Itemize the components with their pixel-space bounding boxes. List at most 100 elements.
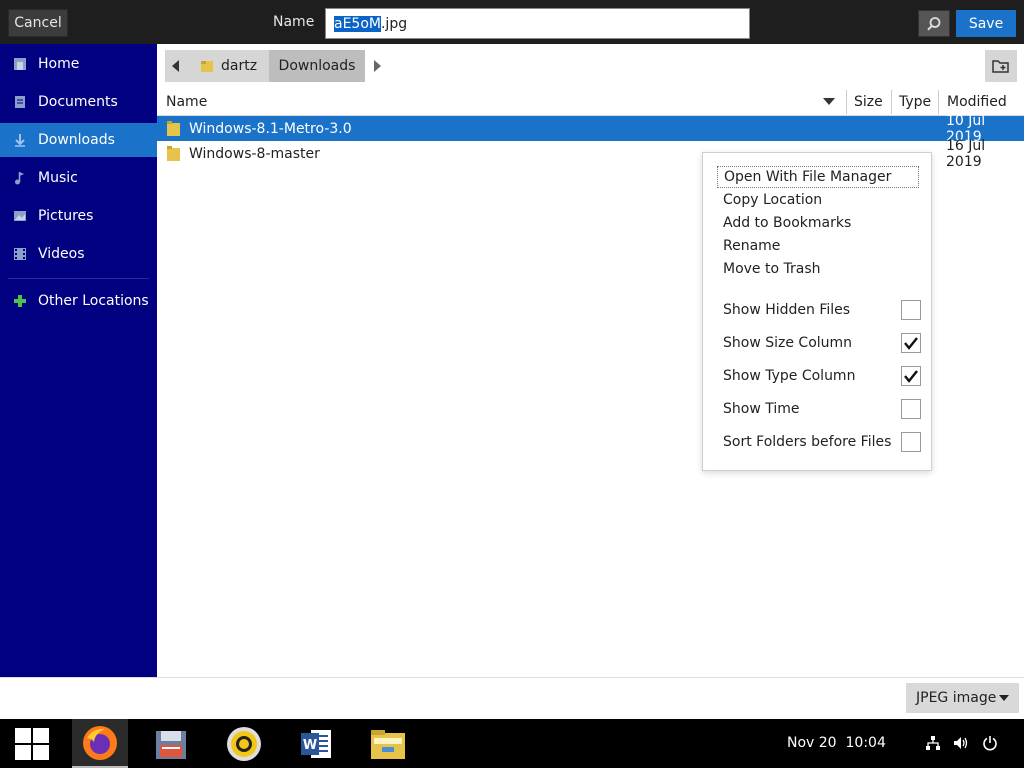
menu-item-move-to-trash[interactable]: Move to Trash bbox=[717, 258, 919, 280]
volume-icon bbox=[954, 737, 968, 749]
network-icon bbox=[926, 736, 940, 750]
toggle-label: Show Type Column bbox=[723, 368, 856, 384]
word-icon: W bbox=[301, 729, 331, 758]
column-header-name[interactable]: Name bbox=[166, 88, 207, 116]
folder-icon bbox=[167, 121, 180, 136]
save-disk-icon bbox=[156, 730, 186, 759]
power-icon bbox=[983, 736, 997, 751]
checkbox-checked[interactable] bbox=[901, 333, 921, 353]
header-bar: Cancel Name aE5oM .jpg Save bbox=[0, 0, 1024, 44]
save-button[interactable]: Save bbox=[956, 10, 1016, 37]
column-header-type[interactable]: Type bbox=[899, 88, 931, 116]
menu-item-open-with-file-manager[interactable]: Open With File Manager bbox=[717, 166, 919, 188]
menu-item-add-to-bookmarks[interactable]: Add to Bookmarks bbox=[717, 212, 919, 234]
sidebar-item-label: Other Locations bbox=[38, 293, 149, 309]
breadcrumb-downloads[interactable]: Downloads bbox=[269, 50, 365, 82]
sidebar-item-label: Videos bbox=[38, 246, 85, 262]
checkbox-unchecked[interactable] bbox=[901, 399, 921, 419]
path-forward-button[interactable] bbox=[369, 50, 385, 82]
chevron-left-icon bbox=[172, 60, 179, 72]
menu-toggle-show-hidden-files[interactable]: Show Hidden Files bbox=[717, 297, 921, 323]
taskbar: W Nov 20 10:04 bbox=[0, 719, 1024, 768]
file-row[interactable]: Windows-8.1-Metro-3.0 10 Jul 2019 bbox=[157, 113, 1024, 145]
taskbar-clock[interactable]: Nov 20 10:04 bbox=[787, 735, 886, 751]
file-explorer-icon bbox=[371, 729, 405, 759]
column-separator bbox=[891, 90, 892, 114]
filename-selected-text: aE5oM bbox=[334, 15, 381, 32]
documents-icon bbox=[12, 94, 28, 110]
taskbar-app-firefox[interactable] bbox=[72, 719, 128, 768]
taskbar-app-file-explorer[interactable] bbox=[360, 719, 416, 768]
sidebar-item-label: Pictures bbox=[38, 208, 94, 224]
sidebar-item-home[interactable]: Home bbox=[0, 47, 157, 81]
file-name: Windows-8.1-Metro-3.0 bbox=[189, 120, 352, 137]
toggle-label: Show Time bbox=[723, 401, 800, 417]
chevron-right-icon bbox=[374, 60, 381, 72]
column-header-size[interactable]: Size bbox=[854, 88, 883, 116]
sidebar-item-label: Home bbox=[38, 56, 80, 72]
menu-toggle-show-size-column[interactable]: Show Size Column bbox=[717, 330, 921, 356]
menu-toggle-show-time[interactable]: Show Time bbox=[717, 396, 921, 422]
path-bar: dartz Downloads bbox=[157, 44, 1024, 88]
home-icon bbox=[12, 56, 28, 72]
sidebar-item-pictures[interactable]: Pictures bbox=[0, 199, 157, 233]
sort-arrow[interactable] bbox=[823, 88, 835, 116]
checkmark-icon bbox=[904, 370, 918, 383]
taskbar-app-disk[interactable] bbox=[143, 719, 199, 768]
menu-item-copy-location[interactable]: Copy Location bbox=[717, 189, 919, 211]
plus-icon bbox=[12, 293, 28, 309]
sidebar-item-music[interactable]: Music bbox=[0, 161, 157, 195]
checkbox-unchecked[interactable] bbox=[901, 432, 921, 452]
bottom-bar: JPEG image bbox=[0, 677, 1024, 719]
power-tray-button[interactable] bbox=[981, 734, 999, 752]
new-folder-button[interactable] bbox=[985, 50, 1017, 82]
search-icon bbox=[927, 16, 941, 30]
toggle-label: Sort Folders before Files bbox=[723, 434, 892, 450]
network-tray-button[interactable] bbox=[924, 734, 942, 752]
filename-extension: .jpg bbox=[380, 15, 408, 32]
search-button[interactable] bbox=[918, 10, 950, 37]
firefox-icon bbox=[83, 725, 117, 760]
menu-toggle-show-type-column[interactable]: Show Type Column bbox=[717, 363, 921, 389]
taskbar-app-word[interactable]: W bbox=[288, 719, 344, 768]
sidebar-item-videos[interactable]: Videos bbox=[0, 237, 157, 271]
folder-icon bbox=[167, 146, 180, 161]
name-label: Name bbox=[273, 14, 315, 30]
media-player-icon bbox=[227, 726, 261, 761]
sidebar-item-other-locations[interactable]: Other Locations bbox=[0, 284, 157, 318]
menu-toggle-sort-folders-before-files[interactable]: Sort Folders before Files bbox=[717, 429, 921, 455]
music-icon bbox=[12, 170, 28, 186]
sidebar-item-downloads[interactable]: Downloads bbox=[0, 123, 157, 157]
sidebar-divider bbox=[8, 278, 149, 279]
sidebar-item-label: Documents bbox=[38, 94, 118, 110]
checkbox-unchecked[interactable] bbox=[901, 300, 921, 320]
cancel-button[interactable]: Cancel bbox=[8, 9, 68, 37]
filename-input[interactable]: aE5oM .jpg bbox=[325, 8, 750, 39]
sort-down-icon bbox=[823, 98, 835, 105]
column-separator bbox=[846, 90, 847, 114]
taskbar-app-media-player[interactable] bbox=[216, 719, 272, 768]
checkbox-checked[interactable] bbox=[901, 366, 921, 386]
filter-selected-label: JPEG image bbox=[916, 690, 997, 706]
path-back-button[interactable] bbox=[165, 50, 187, 82]
start-button[interactable] bbox=[4, 719, 60, 768]
downloads-icon bbox=[12, 132, 28, 148]
new-folder-icon bbox=[992, 60, 1009, 73]
breadcrumb-dartz[interactable]: dartz bbox=[187, 50, 269, 82]
checkmark-icon bbox=[904, 337, 918, 350]
clock-date: Nov 20 bbox=[787, 735, 837, 751]
toggle-label: Show Hidden Files bbox=[723, 302, 851, 318]
clock-time: 10:04 bbox=[845, 735, 886, 751]
file-type-filter-dropdown[interactable]: JPEG image bbox=[906, 683, 1019, 713]
start-icon bbox=[15, 727, 49, 760]
file-modified: 16 Jul 2019 bbox=[946, 137, 986, 170]
sidebar-item-label: Music bbox=[38, 170, 78, 186]
menu-item-rename[interactable]: Rename bbox=[717, 235, 919, 257]
svg-text:W: W bbox=[303, 738, 317, 753]
sidebar-item-documents[interactable]: Documents bbox=[0, 85, 157, 119]
toggle-label: Show Size Column bbox=[723, 335, 853, 351]
file-name: Windows-8-master bbox=[189, 145, 320, 162]
breadcrumb-label: dartz bbox=[221, 58, 258, 74]
column-separator bbox=[938, 90, 939, 114]
volume-tray-button[interactable] bbox=[952, 734, 970, 752]
